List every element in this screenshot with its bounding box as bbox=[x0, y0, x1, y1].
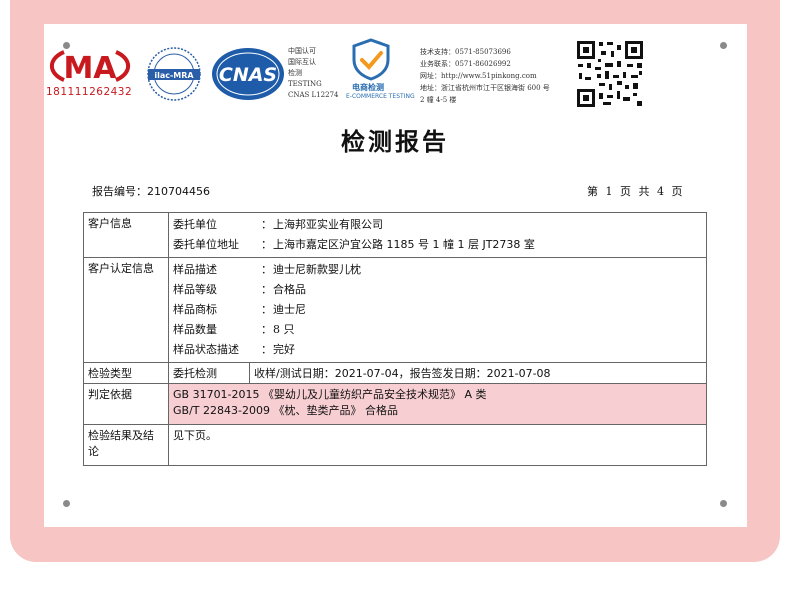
inspection-dates: 收样/测试日期：2021-07-04，报告签发日期：2021-07-08 bbox=[249, 362, 707, 384]
cnas-line: TESTING bbox=[288, 80, 322, 88]
contact-line: 技术支持：0571-85073696 bbox=[420, 48, 511, 56]
result-label: 检验结果及结论 bbox=[83, 424, 169, 466]
field-colon: ： bbox=[261, 343, 272, 356]
field-key: 委托单位 bbox=[173, 218, 217, 231]
pin-bottom-left bbox=[63, 500, 70, 507]
table-row: 样品商标 ： 迪士尼 bbox=[173, 300, 702, 320]
field-value: 迪士尼 bbox=[273, 303, 306, 316]
table-row: 委托单位地址 ： 上海市嘉定区沪宜公路 1185 号 1 幢 1 层 JT273… bbox=[173, 235, 702, 255]
client-info-row: 客户信息 委托单位 ： 上海邦亚实业有限公司 委托单位地址 ： 上海市嘉定区沪宜… bbox=[83, 212, 707, 258]
result-value: 见下页。 bbox=[168, 424, 707, 466]
field-value: 上海邦亚实业有限公司 bbox=[273, 218, 383, 231]
cma-number: 181111262432 bbox=[46, 86, 133, 98]
pin-top-right bbox=[720, 42, 727, 49]
cnas-line: 检测 bbox=[288, 69, 302, 77]
ilac-mra-logo-icon: ilac-MRA bbox=[147, 47, 201, 101]
shield-subtitle: E-COMMERCE TESTING bbox=[346, 93, 415, 100]
cma-logo-text: MA bbox=[63, 51, 117, 86]
field-colon: ： bbox=[261, 323, 272, 336]
shield-title: 电商检测 bbox=[352, 83, 384, 92]
table-row: 样品数量 ： 8 只 bbox=[173, 320, 702, 340]
contact-line: 业务联系：0571-86026992 bbox=[420, 60, 511, 68]
shield-check-icon bbox=[352, 38, 390, 81]
field-key: 样品状态描述 bbox=[173, 343, 239, 356]
field-value: 合格品 bbox=[273, 283, 306, 296]
contact-line: 2 幢 4-5 楼 bbox=[420, 96, 457, 104]
report-table: 客户信息 委托单位 ： 上海邦亚实业有限公司 委托单位地址 ： 上海市嘉定区沪宜… bbox=[83, 212, 707, 466]
field-colon: ： bbox=[261, 263, 272, 276]
field-key: 样品数量 bbox=[173, 323, 217, 336]
cnas-line: CNAS L12274 bbox=[288, 91, 339, 99]
field-key: 样品等级 bbox=[173, 283, 217, 296]
client-info-label: 客户信息 bbox=[83, 212, 169, 258]
cnas-logo-icon: CNAS bbox=[212, 48, 284, 100]
sample-info-label: 客户认定信息 bbox=[83, 257, 169, 363]
contact-line: 地址：浙江省杭州市江干区银海街 600 号 bbox=[420, 84, 550, 92]
basis-row: 判定依据 GB 31701-2015 《婴幼儿及儿童纺织产品安全技术规范》 A … bbox=[83, 383, 707, 425]
cnas-accreditation-text: 中国认可 国际互认 检测 TESTING CNAS L12274 bbox=[288, 46, 338, 101]
inspection-type-row: 检验类型 委托检测 收样/测试日期：2021-07-04，报告签发日期：2021… bbox=[83, 362, 707, 384]
inspection-type-label: 检验类型 bbox=[83, 362, 169, 384]
page-info: 第 1 页 共 4 页 bbox=[587, 185, 685, 198]
basis-line-2: GB/T 22843-2009 《枕、垫类产品》 合格品 bbox=[173, 404, 398, 417]
qr-code-icon bbox=[575, 39, 645, 109]
field-colon: ： bbox=[261, 283, 272, 296]
cnas-line: 中国认可 bbox=[288, 47, 316, 55]
report-title: 检测报告 bbox=[341, 128, 449, 156]
field-colon: ： bbox=[261, 218, 272, 231]
contact-line: 网址：http://www.51pinkong.com bbox=[420, 72, 537, 80]
sample-info-row: 客户认定信息 样品描述 ： 迪士尼新款婴儿枕 样品等级 ： 合格品 样品商标 ：… bbox=[83, 257, 707, 363]
ilac-logo-text: ilac-MRA bbox=[154, 71, 194, 80]
field-value: 上海市嘉定区沪宜公路 1185 号 1 幢 1 层 JT2738 室 bbox=[273, 238, 535, 251]
table-row: 样品状态描述 ： 完好 bbox=[173, 340, 702, 360]
table-row: 委托单位 ： 上海邦亚实业有限公司 bbox=[173, 215, 702, 235]
contact-info: 技术支持：0571-85073696 业务联系：0571-86026992 网址… bbox=[420, 46, 550, 106]
report-number: 报告编号：210704456 bbox=[92, 185, 210, 198]
field-key: 样品描述 bbox=[173, 263, 217, 276]
cnas-logo-text: CNAS bbox=[219, 64, 277, 86]
table-row: 样品等级 ： 合格品 bbox=[173, 280, 702, 300]
field-value: 8 只 bbox=[273, 323, 295, 336]
field-colon: ： bbox=[261, 303, 272, 316]
field-colon: ： bbox=[261, 238, 272, 251]
result-row: 检验结果及结论 见下页。 bbox=[83, 424, 707, 466]
inspection-type-value: 委托检测 bbox=[168, 362, 250, 384]
cma-logo-icon: MA bbox=[49, 50, 131, 86]
field-value: 迪士尼新款婴儿枕 bbox=[273, 263, 361, 276]
basis-label: 判定依据 bbox=[83, 383, 169, 425]
cnas-line: 国际互认 bbox=[288, 58, 316, 66]
pin-bottom-right bbox=[720, 500, 727, 507]
basis-line-1: GB 31701-2015 《婴幼儿及儿童纺织产品安全技术规范》 A 类 bbox=[173, 388, 487, 401]
field-key: 委托单位地址 bbox=[173, 238, 239, 251]
field-key: 样品商标 bbox=[173, 303, 217, 316]
field-value: 完好 bbox=[273, 343, 295, 356]
table-row: 样品描述 ： 迪士尼新款婴儿枕 bbox=[173, 260, 702, 280]
